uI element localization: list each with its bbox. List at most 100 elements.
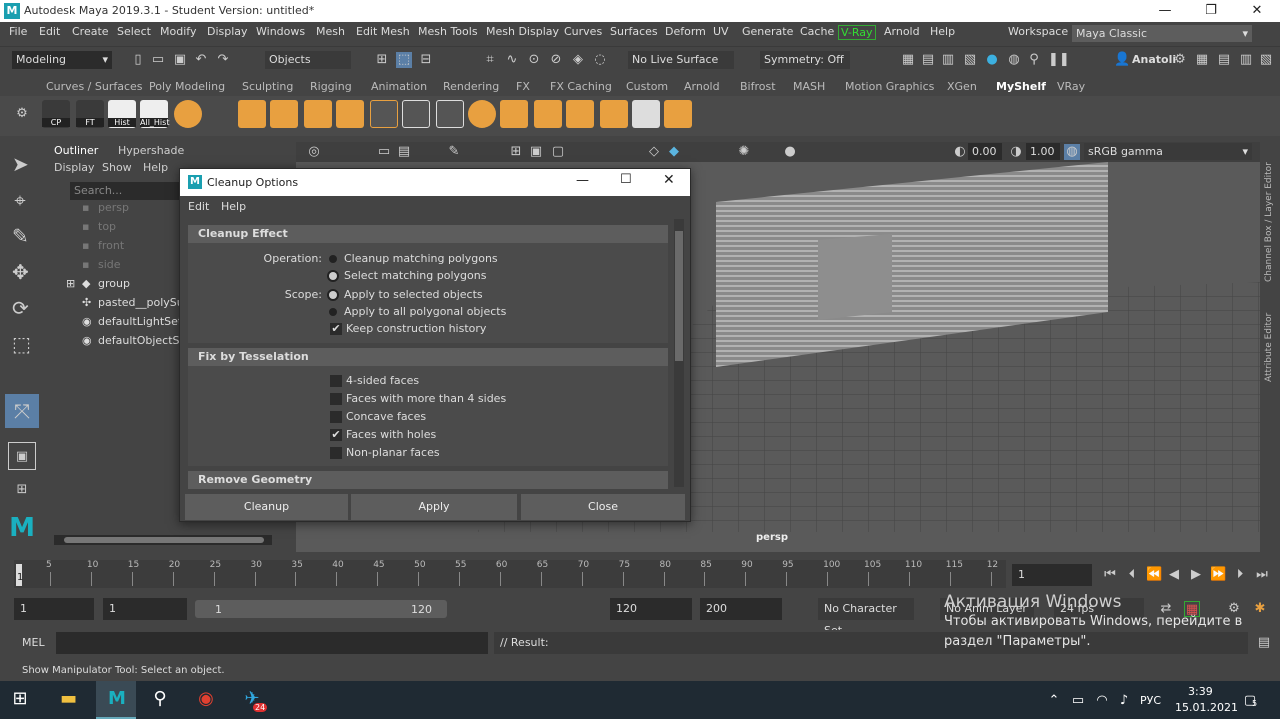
gamma-field[interactable]: 1.00	[1026, 143, 1060, 160]
volume-icon[interactable]: ♪	[1116, 693, 1132, 709]
shelf-tab-rigging[interactable]: Rigging	[310, 80, 352, 93]
film-gate-icon[interactable]: ▣	[528, 144, 544, 160]
pause-icon[interactable]: ❚❚	[1048, 52, 1070, 68]
section-header-remove-geometry[interactable]: Remove Geometry	[188, 471, 668, 489]
outliner-hscrollbar[interactable]	[54, 535, 272, 545]
poly-plane-icon[interactable]	[336, 100, 364, 128]
start-time-field[interactable]: 1	[14, 598, 94, 620]
section-header-cleanup-effect[interactable]: Cleanup Effect	[188, 225, 668, 243]
option-apply-selected[interactable]: Apply to selected objects	[344, 288, 483, 301]
poly-cone-icon[interactable]	[304, 100, 332, 128]
tab-attribute-editor[interactable]: Attribute Editor	[1264, 292, 1278, 382]
character-icon[interactable]: ✱	[1252, 601, 1268, 617]
shelf-tab-myshelf[interactable]: MyShelf	[996, 80, 1046, 93]
checkbox-4-sided[interactable]	[330, 375, 342, 387]
current-frame-field[interactable]: 1	[1012, 564, 1092, 586]
attribute-editor-icon[interactable]: ▥	[1238, 52, 1254, 68]
redo-icon[interactable]: ↷	[215, 52, 231, 68]
shelf-tab-bifrost[interactable]: Bifrost	[740, 80, 776, 93]
command-input[interactable]	[56, 632, 488, 654]
gamma-icon[interactable]: ◑	[1008, 144, 1024, 160]
show-manipulator-icon[interactable]: ⤧	[5, 394, 39, 428]
extrude-icon[interactable]	[436, 100, 464, 128]
step-forward-key-icon[interactable]: ⏩	[1210, 567, 1226, 583]
wireframe-icon[interactable]: ◇	[646, 144, 662, 160]
menu-arnold[interactable]: Arnold	[884, 25, 920, 38]
command-language[interactable]: MEL	[22, 636, 45, 649]
select-tool-icon[interactable]: ➤	[12, 154, 29, 174]
shelf-tab-custom[interactable]: Custom	[626, 80, 668, 93]
dialog-menu-help[interactable]: Help	[221, 200, 246, 213]
menu-modify[interactable]: Modify	[160, 25, 196, 38]
lights-icon[interactable]: ✺	[736, 144, 752, 160]
tab-hypershade[interactable]: Hypershade	[118, 144, 184, 157]
menu-edit-mesh[interactable]: Edit Mesh	[356, 25, 410, 38]
shelf-tab-mash[interactable]: MASH	[793, 80, 825, 93]
live-surface-dropdown[interactable]: No Live Surface	[628, 51, 734, 69]
undo-icon[interactable]: ↶	[193, 52, 209, 68]
option-select-matching[interactable]: Select matching polygons	[344, 269, 486, 282]
radio-apply-selected[interactable]	[329, 291, 337, 299]
menu-mesh-tools[interactable]: Mesh Tools	[418, 25, 478, 38]
menu-help[interactable]: Help	[930, 25, 955, 38]
character-set-dropdown[interactable]: No Character Set	[818, 598, 914, 637]
user-name[interactable]: Anatoli	[1132, 53, 1176, 66]
symmetry-dropdown[interactable]: Symmetry: Off	[760, 51, 850, 69]
mirror-icon[interactable]	[600, 100, 628, 128]
dialog-maximize-button[interactable]: ☐	[620, 172, 632, 187]
outliner-menu-show[interactable]: Show	[102, 161, 132, 174]
clock-date[interactable]: 15.01.2021	[1175, 701, 1238, 714]
checkbox-more-than-4[interactable]	[330, 393, 342, 405]
apply-button[interactable]: Apply	[351, 494, 517, 520]
go-to-start-icon[interactable]: ⏮	[1102, 567, 1118, 583]
merge-icon[interactable]	[664, 100, 692, 128]
menu-curves[interactable]: Curves	[564, 25, 602, 38]
option-apply-all[interactable]: Apply to all polygonal objects	[344, 305, 506, 318]
battery-icon[interactable]: ▭	[1070, 693, 1086, 709]
ipr-render-icon[interactable]: ▥	[940, 52, 956, 68]
snap-view-icon[interactable]: ⊘	[548, 52, 564, 68]
tab-outliner[interactable]: Outliner	[54, 144, 98, 157]
exposure-icon[interactable]: ◐	[952, 144, 968, 160]
menu-display[interactable]: Display	[207, 25, 248, 38]
save-scene-icon[interactable]: ▣	[172, 52, 188, 68]
keyboard-language[interactable]: РУС	[1140, 694, 1161, 707]
playback-start-field[interactable]: 1	[103, 598, 187, 620]
render-icon[interactable]: ▤	[920, 52, 936, 68]
move-tool-icon[interactable]: ✥	[12, 262, 29, 282]
shelf-tab-curves-surfaces[interactable]: Curves / Surfaces	[46, 80, 143, 93]
hypershade-icon[interactable]: ●	[984, 52, 1000, 68]
go-to-end-icon[interactable]: ⏭	[1254, 567, 1270, 583]
wifi-icon[interactable]: ◠	[1094, 693, 1110, 709]
scroll-thumb[interactable]	[64, 537, 264, 543]
taskbar-maya-button[interactable]: M	[96, 681, 136, 719]
outliner-menu-help[interactable]: Help	[143, 161, 168, 174]
shelf-tab-animation[interactable]: Animation	[371, 80, 427, 93]
select-camera-icon[interactable]: ◎	[306, 144, 322, 160]
lasso-tool-icon[interactable]: ⌖	[12, 190, 28, 210]
vray-icon[interactable]: ⚲	[1026, 52, 1042, 68]
radio-select-matching[interactable]	[329, 272, 337, 280]
colorspace-dropdown[interactable]: sRGB gamma ▾	[1084, 143, 1252, 160]
scroll-thumb[interactable]	[675, 231, 683, 361]
cleanup-button[interactable]: Cleanup	[185, 494, 348, 520]
open-scene-icon[interactable]: ▭	[150, 52, 166, 68]
windows-start-icon[interactable]: ⊞	[12, 690, 28, 708]
shelf-tab-poly-modeling[interactable]: Poly Modeling	[149, 80, 225, 93]
exposure-field[interactable]: 0.00	[968, 143, 1002, 160]
grease-pencil-icon[interactable]: ✎	[446, 144, 462, 160]
multicut-icon[interactable]	[370, 100, 398, 128]
menu-file[interactable]: File	[9, 25, 27, 38]
modeling-toolkit-icon[interactable]: ▦	[1194, 52, 1210, 68]
option-non-planar[interactable]: Non-planar faces	[346, 446, 440, 459]
mode-dropdown[interactable]: Modeling ▾	[12, 51, 112, 69]
step-back-key-icon[interactable]: ⏪	[1146, 567, 1162, 583]
layout-icon[interactable]: ▧	[1258, 52, 1274, 68]
option-holes[interactable]: Faces with holes	[346, 428, 436, 441]
show-hidden-icons[interactable]: ⌃	[1046, 693, 1062, 709]
rotate-tool-icon[interactable]: ⟳	[12, 298, 29, 318]
shelf-tab-fx[interactable]: FX	[516, 80, 530, 93]
menu-edit[interactable]: Edit	[39, 25, 60, 38]
minimize-button[interactable]: —	[1142, 0, 1188, 22]
option-concave[interactable]: Concave faces	[346, 410, 426, 423]
